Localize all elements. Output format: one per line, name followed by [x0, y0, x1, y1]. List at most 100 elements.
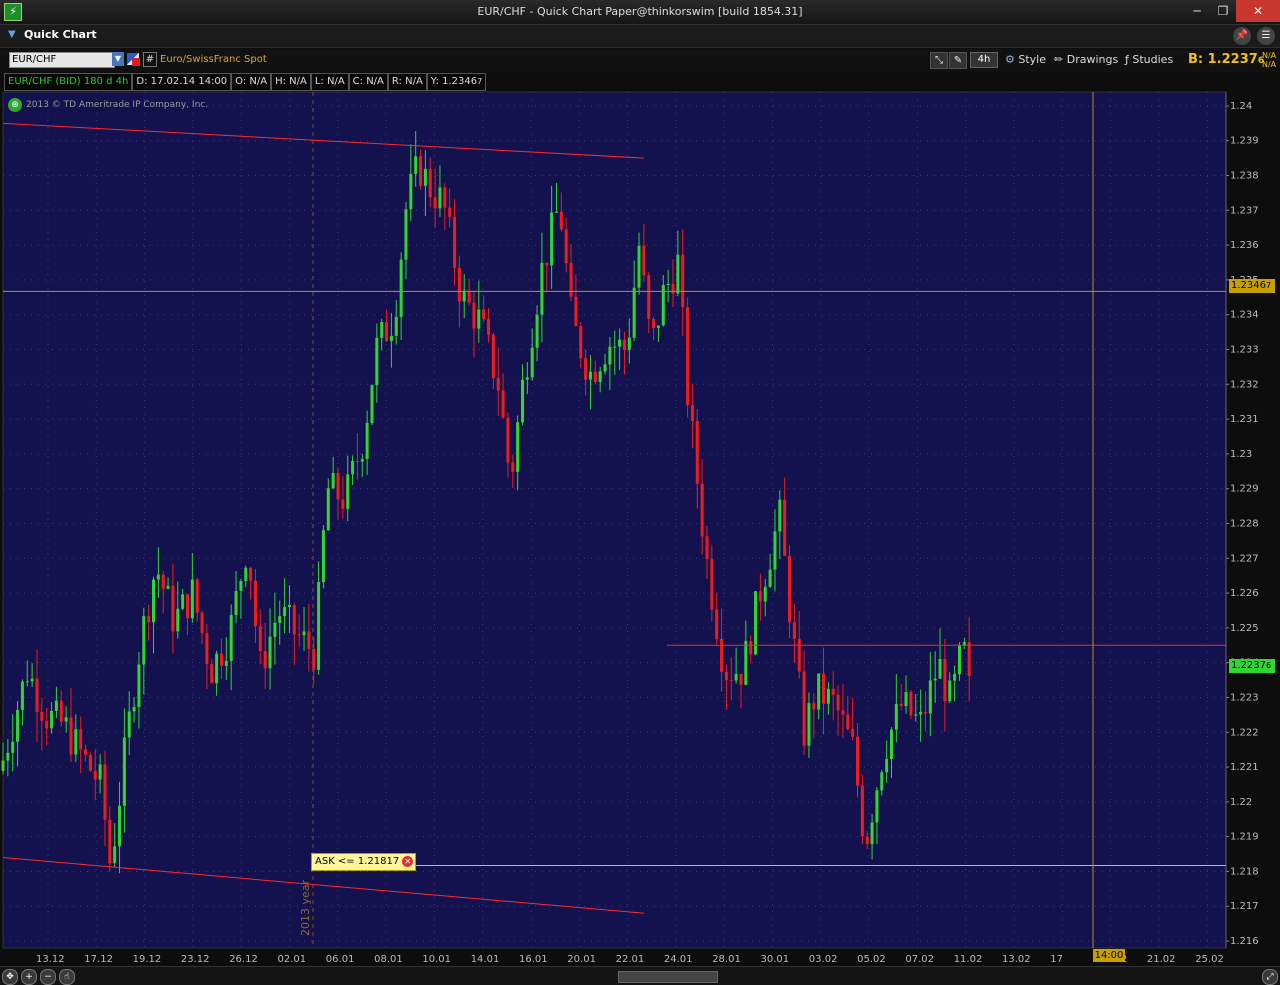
symbol-input[interactable]: EUR/CHF: [9, 52, 115, 68]
info-range: R: N/A: [387, 73, 427, 91]
candle-down: [103, 764, 107, 820]
candle-up: [234, 590, 238, 615]
candle-down: [715, 609, 719, 639]
x-tick-label: 30.01: [761, 954, 790, 965]
pin-icon[interactable]: 📌: [1233, 27, 1251, 45]
expand-icon[interactable]: ⤢: [1262, 969, 1278, 985]
candle-down: [700, 483, 704, 537]
drawings-button[interactable]: ✏ Drawings: [1054, 52, 1118, 67]
candle-up: [239, 581, 243, 591]
y-tick-label: 1.238: [1230, 171, 1259, 182]
zoom-in-icon[interactable]: +: [21, 969, 37, 985]
candle-down: [967, 642, 971, 677]
panel-header: ▼ Quick Chart 📌 ☰: [0, 25, 1280, 48]
candle-up: [321, 530, 325, 583]
price-chart[interactable]: 1.241.2391.2381.2371.2361.2351.2341.2331…: [0, 73, 1280, 966]
candle-down: [195, 579, 199, 613]
candle-down: [84, 749, 88, 755]
candle-down: [686, 307, 690, 406]
style-button[interactable]: ⚙ Style: [1005, 52, 1046, 67]
candle-down: [59, 700, 63, 722]
candle-up: [16, 709, 20, 742]
candle-up: [370, 385, 374, 424]
candle-up: [50, 710, 54, 729]
x-tick-label: 08.01: [374, 954, 403, 965]
candle-down: [161, 574, 165, 589]
candle-up: [394, 317, 398, 336]
y-tick-label: 1.226: [1230, 588, 1259, 599]
candle-down: [249, 567, 253, 581]
candle-up: [215, 653, 219, 684]
candle-down: [419, 156, 423, 186]
x-tick-label: 14.01: [471, 954, 500, 965]
link-hash-button[interactable]: #: [143, 52, 157, 67]
candle-up: [525, 377, 529, 380]
collapse-arrow-icon[interactable]: ▼: [8, 29, 16, 40]
symbol-dropdown-icon[interactable]: ▼: [112, 52, 124, 66]
x-tick-label: 28.01: [712, 954, 741, 965]
studies-button[interactable]: ƒ Studies: [1125, 52, 1173, 67]
candle-down: [35, 678, 39, 712]
aggregation-button[interactable]: 4h: [970, 52, 998, 68]
candle-up: [588, 371, 592, 380]
y-tick-label: 1.219: [1230, 832, 1259, 843]
candle-down: [792, 622, 796, 639]
candle-up: [409, 173, 413, 210]
maximize-button[interactable]: ❐: [1209, 0, 1237, 22]
minimize-button[interactable]: ─: [1183, 0, 1211, 22]
y-tick-label: 1.237: [1230, 205, 1259, 216]
close-button[interactable]: ✕: [1236, 0, 1280, 22]
candle-up: [734, 673, 738, 681]
candle-down: [802, 671, 806, 746]
drawing-cursor-icon[interactable]: ⤡: [930, 52, 948, 69]
y-tick-label: 1.222: [1230, 727, 1259, 738]
candle-down: [831, 688, 835, 695]
candle-down: [443, 187, 447, 208]
info-y: Y: 1.23467: [426, 73, 487, 91]
candle-up: [613, 346, 617, 348]
candle-down: [720, 638, 724, 673]
candle-up: [554, 211, 558, 213]
candle-up: [1, 760, 5, 771]
candle-down: [385, 322, 389, 342]
candle-down: [545, 262, 549, 266]
info-close: C: N/A: [348, 73, 388, 91]
menu-icon[interactable]: ☰: [1257, 27, 1275, 45]
x-tick-label: 17.12: [84, 954, 113, 965]
zoom-out-icon[interactable]: −: [40, 969, 56, 985]
candle-down: [865, 836, 869, 845]
candle-up: [928, 680, 932, 714]
y-tick-label: 1.23: [1230, 449, 1252, 460]
x-tick-label: 24.01: [664, 954, 693, 965]
info-low: L: N/A: [310, 73, 349, 91]
y-tick-label: 1.231: [1230, 414, 1259, 425]
panel-title: Quick Chart: [24, 28, 97, 41]
td-logo-icon[interactable]: ⊕: [8, 98, 22, 112]
tools-icon[interactable]: ✎: [949, 52, 967, 69]
candle-up: [608, 346, 612, 365]
candle-down: [88, 754, 92, 771]
candle-down: [491, 334, 495, 379]
pan-icon[interactable]: ✥: [2, 969, 18, 985]
y-tick-label: 1.225: [1230, 623, 1259, 634]
candle-down: [69, 717, 73, 755]
candle-down: [812, 703, 816, 710]
candle-up: [948, 680, 952, 702]
candle-down: [219, 653, 223, 666]
candle-up: [885, 759, 889, 773]
candle-down: [749, 640, 753, 655]
remove-alert-icon[interactable]: ✕: [402, 856, 414, 867]
candle-down: [307, 631, 311, 649]
ask-alert-label[interactable]: ASK <= 1.21817 ✕: [311, 853, 417, 871]
candle-down: [705, 536, 709, 560]
candle-up: [870, 822, 874, 845]
candle-down: [147, 616, 151, 623]
time-scrollbar-thumb[interactable]: [618, 971, 718, 983]
pointer-icon[interactable]: ☝: [59, 969, 75, 985]
candle-up: [414, 156, 418, 174]
x-tick-label: 17: [1050, 954, 1063, 965]
candle-up: [520, 379, 524, 423]
ch-flag-icon: [132, 58, 140, 66]
candle-down: [511, 462, 515, 472]
y-tick-label: 1.227: [1230, 553, 1259, 564]
